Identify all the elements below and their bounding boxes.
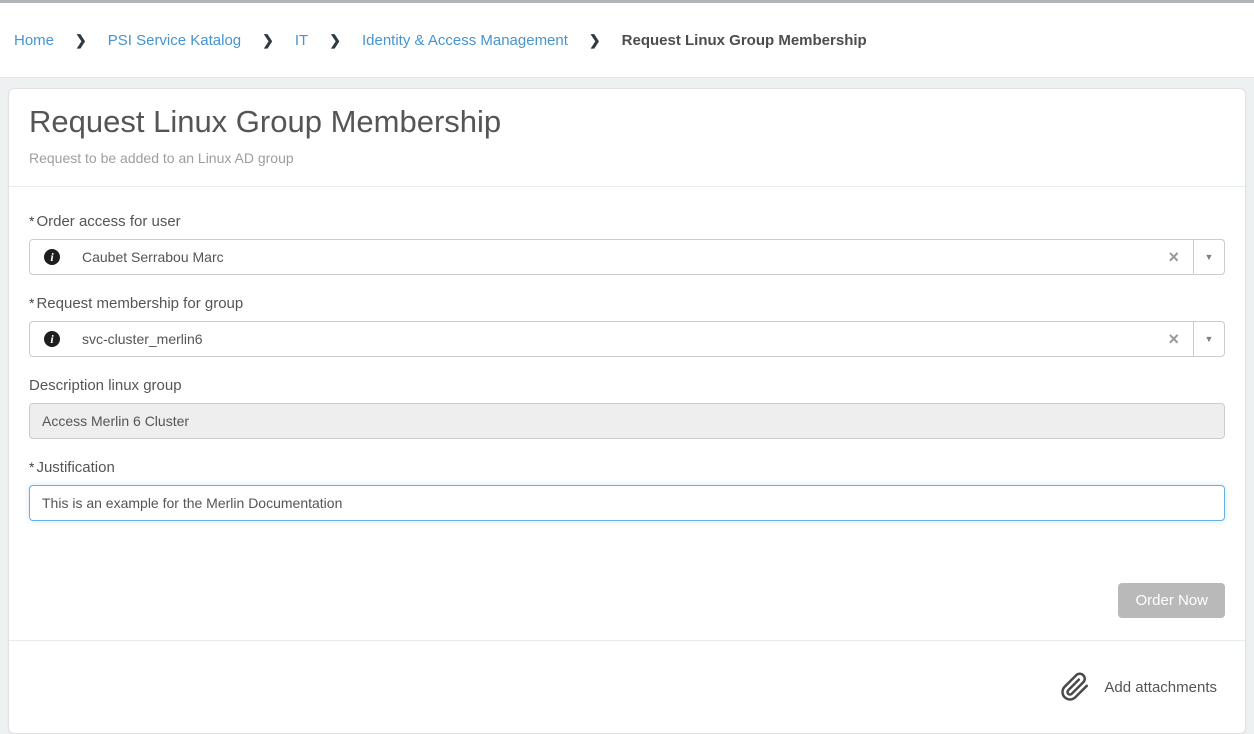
form-actions: Order Now xyxy=(9,559,1245,641)
chevron-right-icon: ❯ xyxy=(75,32,87,49)
description-field-label-text: Description linux group xyxy=(29,377,182,394)
breadcrumb: Home ❯ PSI Service Katalog ❯ IT ❯ Identi… xyxy=(0,3,1254,78)
required-asterisk: * xyxy=(29,459,34,475)
clear-icon[interactable]: × xyxy=(1168,248,1179,266)
request-form-card: Request Linux Group Membership Request t… xyxy=(8,88,1246,734)
chevron-right-icon: ❯ xyxy=(262,32,274,49)
group-select-dropdown-toggle[interactable]: ▼ xyxy=(1193,321,1225,357)
page-title: Request Linux Group Membership xyxy=(29,103,1225,140)
add-attachments-label[interactable]: Add attachments xyxy=(1104,679,1217,696)
group-field-label-text: Request membership for group xyxy=(36,295,243,312)
field-request-membership-for-group: *Request membership for group i svc-clus… xyxy=(29,295,1225,357)
breadcrumb-current-page: Request Linux Group Membership xyxy=(622,32,867,49)
breadcrumb-link-home[interactable]: Home xyxy=(14,32,54,49)
chevron-right-icon: ❯ xyxy=(329,32,341,49)
order-now-button[interactable]: Order Now xyxy=(1118,583,1225,618)
chevron-right-icon: ❯ xyxy=(589,32,601,49)
clear-icon[interactable]: × xyxy=(1168,330,1179,348)
user-field-label: *Order access for user xyxy=(29,213,1225,230)
page-subtitle: Request to be added to an Linux AD group xyxy=(29,150,1225,166)
group-select-value: svc-cluster_merlin6 xyxy=(82,331,203,347)
required-asterisk: * xyxy=(29,295,34,311)
field-order-access-for-user: *Order access for user i Caubet Serrabou… xyxy=(29,213,1225,275)
info-icon[interactable]: i xyxy=(44,331,60,347)
description-field-label: Description linux group xyxy=(29,377,1225,394)
group-select-field[interactable]: i svc-cluster_merlin6 × xyxy=(29,321,1194,357)
user-field-label-text: Order access for user xyxy=(36,213,180,230)
user-select-dropdown-toggle[interactable]: ▼ xyxy=(1193,239,1225,275)
field-justification: *Justification xyxy=(29,459,1225,521)
field-description-linux-group: Description linux group xyxy=(29,377,1225,439)
required-asterisk: * xyxy=(29,213,34,229)
user-select: i Caubet Serrabou Marc × ▼ xyxy=(29,239,1225,275)
description-input xyxy=(29,403,1225,439)
justification-field-label: *Justification xyxy=(29,459,1225,476)
form-body: *Order access for user i Caubet Serrabou… xyxy=(9,187,1245,559)
breadcrumb-link-it[interactable]: IT xyxy=(295,32,308,49)
form-header: Request Linux Group Membership Request t… xyxy=(9,89,1245,187)
caret-down-icon: ▼ xyxy=(1205,335,1214,344)
group-field-label: *Request membership for group xyxy=(29,295,1225,312)
user-select-field[interactable]: i Caubet Serrabou Marc × xyxy=(29,239,1194,275)
group-select: i svc-cluster_merlin6 × ▼ xyxy=(29,321,1225,357)
info-icon[interactable]: i xyxy=(44,249,60,265)
justification-input[interactable] xyxy=(29,485,1225,521)
breadcrumb-link-identity-access-management[interactable]: Identity & Access Management xyxy=(362,32,568,49)
user-select-value: Caubet Serrabou Marc xyxy=(82,249,224,265)
justification-field-label-text: Justification xyxy=(36,459,114,476)
paperclip-icon[interactable] xyxy=(1060,672,1090,702)
caret-down-icon: ▼ xyxy=(1205,253,1214,262)
breadcrumb-link-psi-service-katalog[interactable]: PSI Service Katalog xyxy=(108,32,241,49)
attachments-row: Add attachments xyxy=(9,641,1245,733)
